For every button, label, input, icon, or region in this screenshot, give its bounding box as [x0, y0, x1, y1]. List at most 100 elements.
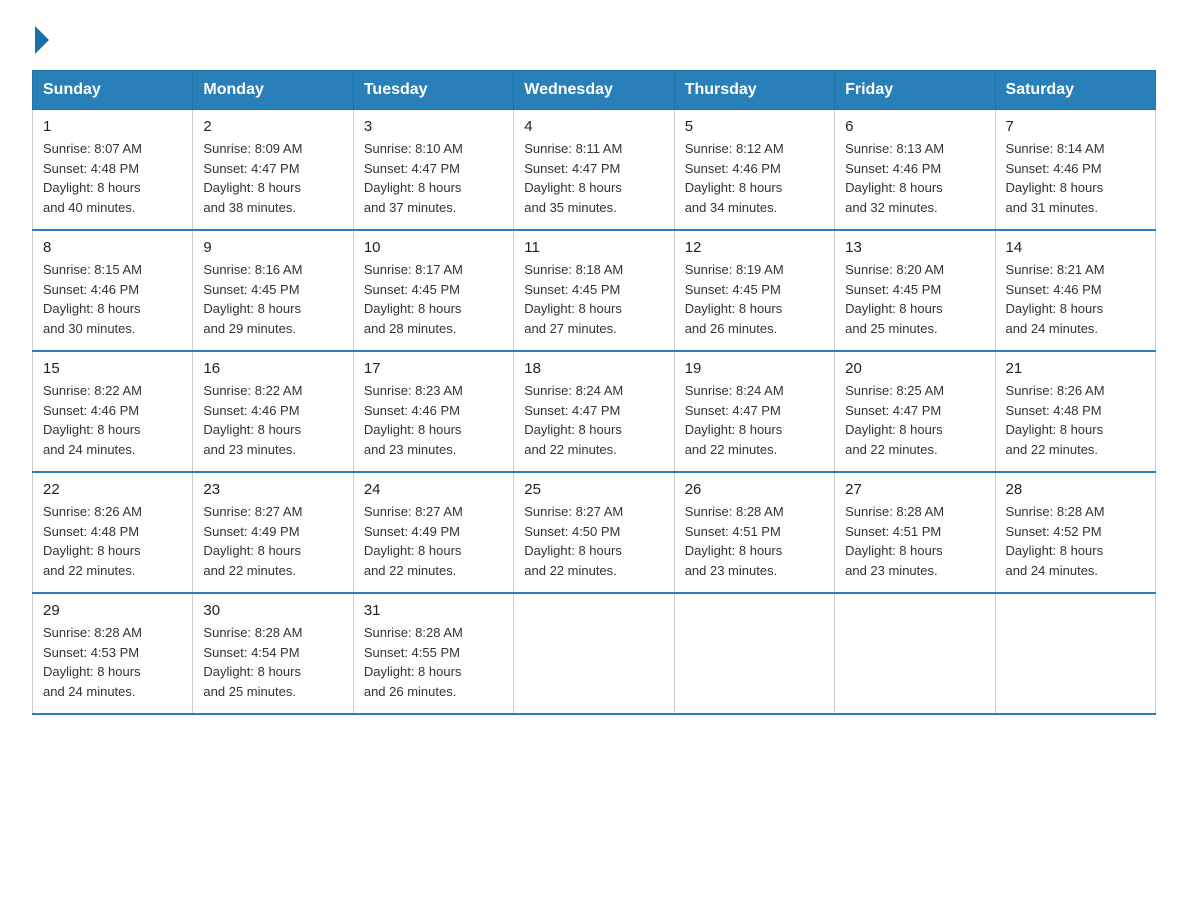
header-sunday: Sunday: [33, 71, 193, 110]
day-info: Sunrise: 8:28 AMSunset: 4:51 PMDaylight:…: [685, 502, 824, 580]
day-number: 24: [364, 481, 503, 498]
day-number: 21: [1006, 360, 1145, 377]
day-info: Sunrise: 8:28 AMSunset: 4:52 PMDaylight:…: [1006, 502, 1145, 580]
calendar-cell: 25 Sunrise: 8:27 AMSunset: 4:50 PMDaylig…: [514, 472, 674, 593]
day-info: Sunrise: 8:23 AMSunset: 4:46 PMDaylight:…: [364, 381, 503, 459]
day-info: Sunrise: 8:24 AMSunset: 4:47 PMDaylight:…: [685, 381, 824, 459]
day-number: 19: [685, 360, 824, 377]
calendar-header-row: SundayMondayTuesdayWednesdayThursdayFrid…: [33, 71, 1156, 110]
calendar-cell: 27 Sunrise: 8:28 AMSunset: 4:51 PMDaylig…: [835, 472, 995, 593]
day-number: 22: [43, 481, 182, 498]
day-number: 6: [845, 118, 984, 135]
day-info: Sunrise: 8:28 AMSunset: 4:55 PMDaylight:…: [364, 623, 503, 701]
day-info: Sunrise: 8:10 AMSunset: 4:47 PMDaylight:…: [364, 139, 503, 217]
calendar-cell: 6 Sunrise: 8:13 AMSunset: 4:46 PMDayligh…: [835, 110, 995, 231]
day-info: Sunrise: 8:20 AMSunset: 4:45 PMDaylight:…: [845, 260, 984, 338]
day-number: 31: [364, 602, 503, 619]
day-number: 4: [524, 118, 663, 135]
calendar-cell: 13 Sunrise: 8:20 AMSunset: 4:45 PMDaylig…: [835, 230, 995, 351]
day-number: 12: [685, 239, 824, 256]
calendar-cell: 12 Sunrise: 8:19 AMSunset: 4:45 PMDaylig…: [674, 230, 834, 351]
calendar-cell: 8 Sunrise: 8:15 AMSunset: 4:46 PMDayligh…: [33, 230, 193, 351]
logo-arrow-icon: [35, 26, 49, 54]
calendar-cell: 1 Sunrise: 8:07 AMSunset: 4:48 PMDayligh…: [33, 110, 193, 231]
logo: [32, 24, 49, 50]
calendar-cell: [674, 593, 834, 714]
header-thursday: Thursday: [674, 71, 834, 110]
calendar-cell: 10 Sunrise: 8:17 AMSunset: 4:45 PMDaylig…: [353, 230, 513, 351]
day-info: Sunrise: 8:28 AMSunset: 4:51 PMDaylight:…: [845, 502, 984, 580]
day-info: Sunrise: 8:26 AMSunset: 4:48 PMDaylight:…: [1006, 381, 1145, 459]
day-number: 10: [364, 239, 503, 256]
day-number: 23: [203, 481, 342, 498]
day-number: 13: [845, 239, 984, 256]
day-number: 8: [43, 239, 182, 256]
day-number: 14: [1006, 239, 1145, 256]
calendar-cell: 5 Sunrise: 8:12 AMSunset: 4:46 PMDayligh…: [674, 110, 834, 231]
calendar-cell: 19 Sunrise: 8:24 AMSunset: 4:47 PMDaylig…: [674, 351, 834, 472]
calendar-cell: 3 Sunrise: 8:10 AMSunset: 4:47 PMDayligh…: [353, 110, 513, 231]
day-number: 18: [524, 360, 663, 377]
calendar-cell: 9 Sunrise: 8:16 AMSunset: 4:45 PMDayligh…: [193, 230, 353, 351]
day-number: 29: [43, 602, 182, 619]
day-info: Sunrise: 8:07 AMSunset: 4:48 PMDaylight:…: [43, 139, 182, 217]
calendar-cell: [995, 593, 1155, 714]
calendar-cell: 22 Sunrise: 8:26 AMSunset: 4:48 PMDaylig…: [33, 472, 193, 593]
day-info: Sunrise: 8:14 AMSunset: 4:46 PMDaylight:…: [1006, 139, 1145, 217]
day-number: 20: [845, 360, 984, 377]
day-info: Sunrise: 8:27 AMSunset: 4:50 PMDaylight:…: [524, 502, 663, 580]
header-tuesday: Tuesday: [353, 71, 513, 110]
calendar-cell: 17 Sunrise: 8:23 AMSunset: 4:46 PMDaylig…: [353, 351, 513, 472]
day-info: Sunrise: 8:22 AMSunset: 4:46 PMDaylight:…: [203, 381, 342, 459]
calendar-cell: 29 Sunrise: 8:28 AMSunset: 4:53 PMDaylig…: [33, 593, 193, 714]
day-info: Sunrise: 8:26 AMSunset: 4:48 PMDaylight:…: [43, 502, 182, 580]
day-info: Sunrise: 8:12 AMSunset: 4:46 PMDaylight:…: [685, 139, 824, 217]
calendar-cell: 15 Sunrise: 8:22 AMSunset: 4:46 PMDaylig…: [33, 351, 193, 472]
day-number: 30: [203, 602, 342, 619]
week-row-3: 15 Sunrise: 8:22 AMSunset: 4:46 PMDaylig…: [33, 351, 1156, 472]
calendar-cell: 30 Sunrise: 8:28 AMSunset: 4:54 PMDaylig…: [193, 593, 353, 714]
day-info: Sunrise: 8:19 AMSunset: 4:45 PMDaylight:…: [685, 260, 824, 338]
week-row-2: 8 Sunrise: 8:15 AMSunset: 4:46 PMDayligh…: [33, 230, 1156, 351]
calendar-cell: 16 Sunrise: 8:22 AMSunset: 4:46 PMDaylig…: [193, 351, 353, 472]
day-number: 26: [685, 481, 824, 498]
day-number: 11: [524, 239, 663, 256]
page-header: [32, 24, 1156, 50]
week-row-5: 29 Sunrise: 8:28 AMSunset: 4:53 PMDaylig…: [33, 593, 1156, 714]
calendar-cell: 11 Sunrise: 8:18 AMSunset: 4:45 PMDaylig…: [514, 230, 674, 351]
day-info: Sunrise: 8:28 AMSunset: 4:53 PMDaylight:…: [43, 623, 182, 701]
day-number: 25: [524, 481, 663, 498]
day-info: Sunrise: 8:24 AMSunset: 4:47 PMDaylight:…: [524, 381, 663, 459]
calendar-cell: 7 Sunrise: 8:14 AMSunset: 4:46 PMDayligh…: [995, 110, 1155, 231]
day-info: Sunrise: 8:11 AMSunset: 4:47 PMDaylight:…: [524, 139, 663, 217]
calendar-cell: 18 Sunrise: 8:24 AMSunset: 4:47 PMDaylig…: [514, 351, 674, 472]
day-number: 1: [43, 118, 182, 135]
day-info: Sunrise: 8:22 AMSunset: 4:46 PMDaylight:…: [43, 381, 182, 459]
day-info: Sunrise: 8:09 AMSunset: 4:47 PMDaylight:…: [203, 139, 342, 217]
calendar-cell: 24 Sunrise: 8:27 AMSunset: 4:49 PMDaylig…: [353, 472, 513, 593]
day-info: Sunrise: 8:17 AMSunset: 4:45 PMDaylight:…: [364, 260, 503, 338]
day-number: 9: [203, 239, 342, 256]
day-info: Sunrise: 8:27 AMSunset: 4:49 PMDaylight:…: [364, 502, 503, 580]
calendar-cell: 23 Sunrise: 8:27 AMSunset: 4:49 PMDaylig…: [193, 472, 353, 593]
calendar-cell: 20 Sunrise: 8:25 AMSunset: 4:47 PMDaylig…: [835, 351, 995, 472]
calendar-cell: 21 Sunrise: 8:26 AMSunset: 4:48 PMDaylig…: [995, 351, 1155, 472]
calendar-cell: [514, 593, 674, 714]
calendar-cell: 28 Sunrise: 8:28 AMSunset: 4:52 PMDaylig…: [995, 472, 1155, 593]
calendar-cell: 4 Sunrise: 8:11 AMSunset: 4:47 PMDayligh…: [514, 110, 674, 231]
day-number: 15: [43, 360, 182, 377]
day-info: Sunrise: 8:25 AMSunset: 4:47 PMDaylight:…: [845, 381, 984, 459]
day-info: Sunrise: 8:28 AMSunset: 4:54 PMDaylight:…: [203, 623, 342, 701]
calendar-cell: [835, 593, 995, 714]
week-row-1: 1 Sunrise: 8:07 AMSunset: 4:48 PMDayligh…: [33, 110, 1156, 231]
header-saturday: Saturday: [995, 71, 1155, 110]
day-info: Sunrise: 8:16 AMSunset: 4:45 PMDaylight:…: [203, 260, 342, 338]
header-wednesday: Wednesday: [514, 71, 674, 110]
day-info: Sunrise: 8:18 AMSunset: 4:45 PMDaylight:…: [524, 260, 663, 338]
calendar-cell: 31 Sunrise: 8:28 AMSunset: 4:55 PMDaylig…: [353, 593, 513, 714]
header-friday: Friday: [835, 71, 995, 110]
day-info: Sunrise: 8:13 AMSunset: 4:46 PMDaylight:…: [845, 139, 984, 217]
day-number: 7: [1006, 118, 1145, 135]
day-number: 2: [203, 118, 342, 135]
day-number: 5: [685, 118, 824, 135]
